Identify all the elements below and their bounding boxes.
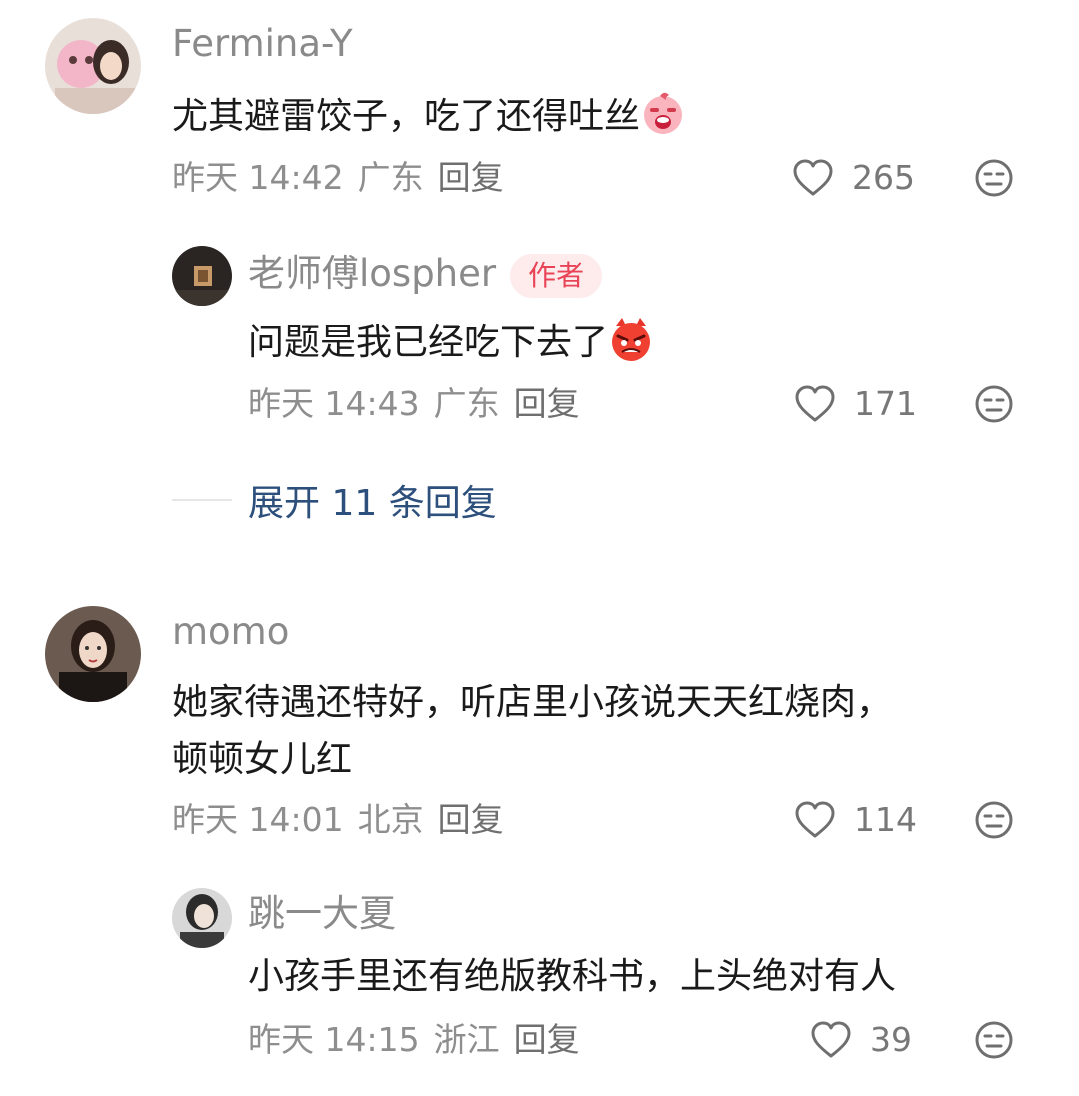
- expand-replies-label[interactable]: 展开 11 条回复: [248, 474, 497, 526]
- like-count: 39: [870, 1020, 912, 1059]
- avatar[interactable]: [45, 18, 141, 114]
- comment-meta: 昨天 14:43 广东 回复: [248, 384, 580, 424]
- like-count: 114: [854, 800, 917, 839]
- meh-face-icon: [975, 801, 1013, 839]
- comment-time: 昨天 14:15: [248, 1020, 420, 1059]
- username[interactable]: momo: [172, 610, 289, 654]
- like-button[interactable]: 171: [794, 384, 917, 424]
- heart-outline-icon: [795, 801, 835, 838]
- dislike-button[interactable]: [974, 158, 1014, 198]
- comment-location: 广东: [433, 384, 500, 423]
- dislike-button[interactable]: [974, 800, 1014, 840]
- comment-text-line: 顿顿女儿红: [172, 739, 353, 780]
- meh-face-icon: [975, 1021, 1013, 1059]
- heart-outline-icon: [811, 1021, 851, 1058]
- like-button[interactable]: 114: [794, 800, 917, 840]
- comment-text: 问题是我已经吃下去了: [248, 314, 654, 371]
- like-count: 265: [852, 158, 915, 197]
- comment-meta: 昨天 14:01 北京 回复: [172, 800, 504, 840]
- divider: [172, 499, 232, 501]
- username[interactable]: Fermina-Y: [172, 22, 353, 66]
- meh-face-icon: [975, 159, 1013, 197]
- dislike-button[interactable]: [974, 1020, 1014, 1060]
- comment-location: 北京: [357, 800, 424, 839]
- comment-location: 浙江: [433, 1020, 500, 1059]
- like-button[interactable]: 265: [792, 158, 915, 198]
- comment-meta: 昨天 14:42 广东 回复: [172, 158, 504, 198]
- comment-location: 广东: [357, 158, 424, 197]
- avatar[interactable]: [45, 606, 141, 702]
- avatar[interactable]: [172, 246, 232, 306]
- comment-text: 她家待遇还特好，听店里小孩说天天红烧肉， 顿顿女儿红: [172, 674, 1052, 788]
- reply-button[interactable]: 回复: [438, 800, 504, 840]
- reply-button[interactable]: 回复: [514, 1020, 580, 1060]
- comment-text-body: 尤其避雷饺子，吃了还得吐丝: [172, 96, 641, 137]
- comment-meta: 昨天 14:15 浙江 回复: [248, 1020, 580, 1060]
- comment-time: 昨天 14:43: [248, 384, 420, 423]
- comment-time: 昨天 14:42: [172, 158, 344, 197]
- username[interactable]: 跳一大夏: [248, 892, 396, 936]
- heart-outline-icon: [795, 385, 835, 422]
- crying-face-emoji: [640, 90, 686, 136]
- expand-replies[interactable]: 展开 11 条回复: [172, 474, 497, 526]
- comment-time: 昨天 14:01: [172, 800, 344, 839]
- comment-text: 尤其避雷饺子，吃了还得吐丝: [172, 88, 686, 145]
- reply-button[interactable]: 回复: [514, 384, 580, 424]
- like-count: 171: [854, 384, 917, 423]
- author-badge: 作者: [510, 253, 603, 298]
- angry-face-emoji: [608, 316, 654, 362]
- username-text[interactable]: 老师傅lospher: [248, 252, 496, 295]
- meh-face-icon: [975, 385, 1013, 423]
- comment-text: 小孩手里还有绝版教科书，上头绝对有人: [248, 956, 897, 997]
- heart-outline-icon: [793, 159, 833, 196]
- comment-text-body: 问题是我已经吃下去了: [248, 322, 609, 363]
- dislike-button[interactable]: [974, 384, 1014, 424]
- comment-text-line: 她家待遇还特好，听店里小孩说天天红烧肉，: [172, 682, 893, 723]
- reply-button[interactable]: 回复: [438, 158, 504, 198]
- avatar[interactable]: [172, 888, 232, 948]
- username[interactable]: 老师傅lospher 作者: [248, 252, 603, 298]
- like-button[interactable]: 39: [810, 1020, 912, 1060]
